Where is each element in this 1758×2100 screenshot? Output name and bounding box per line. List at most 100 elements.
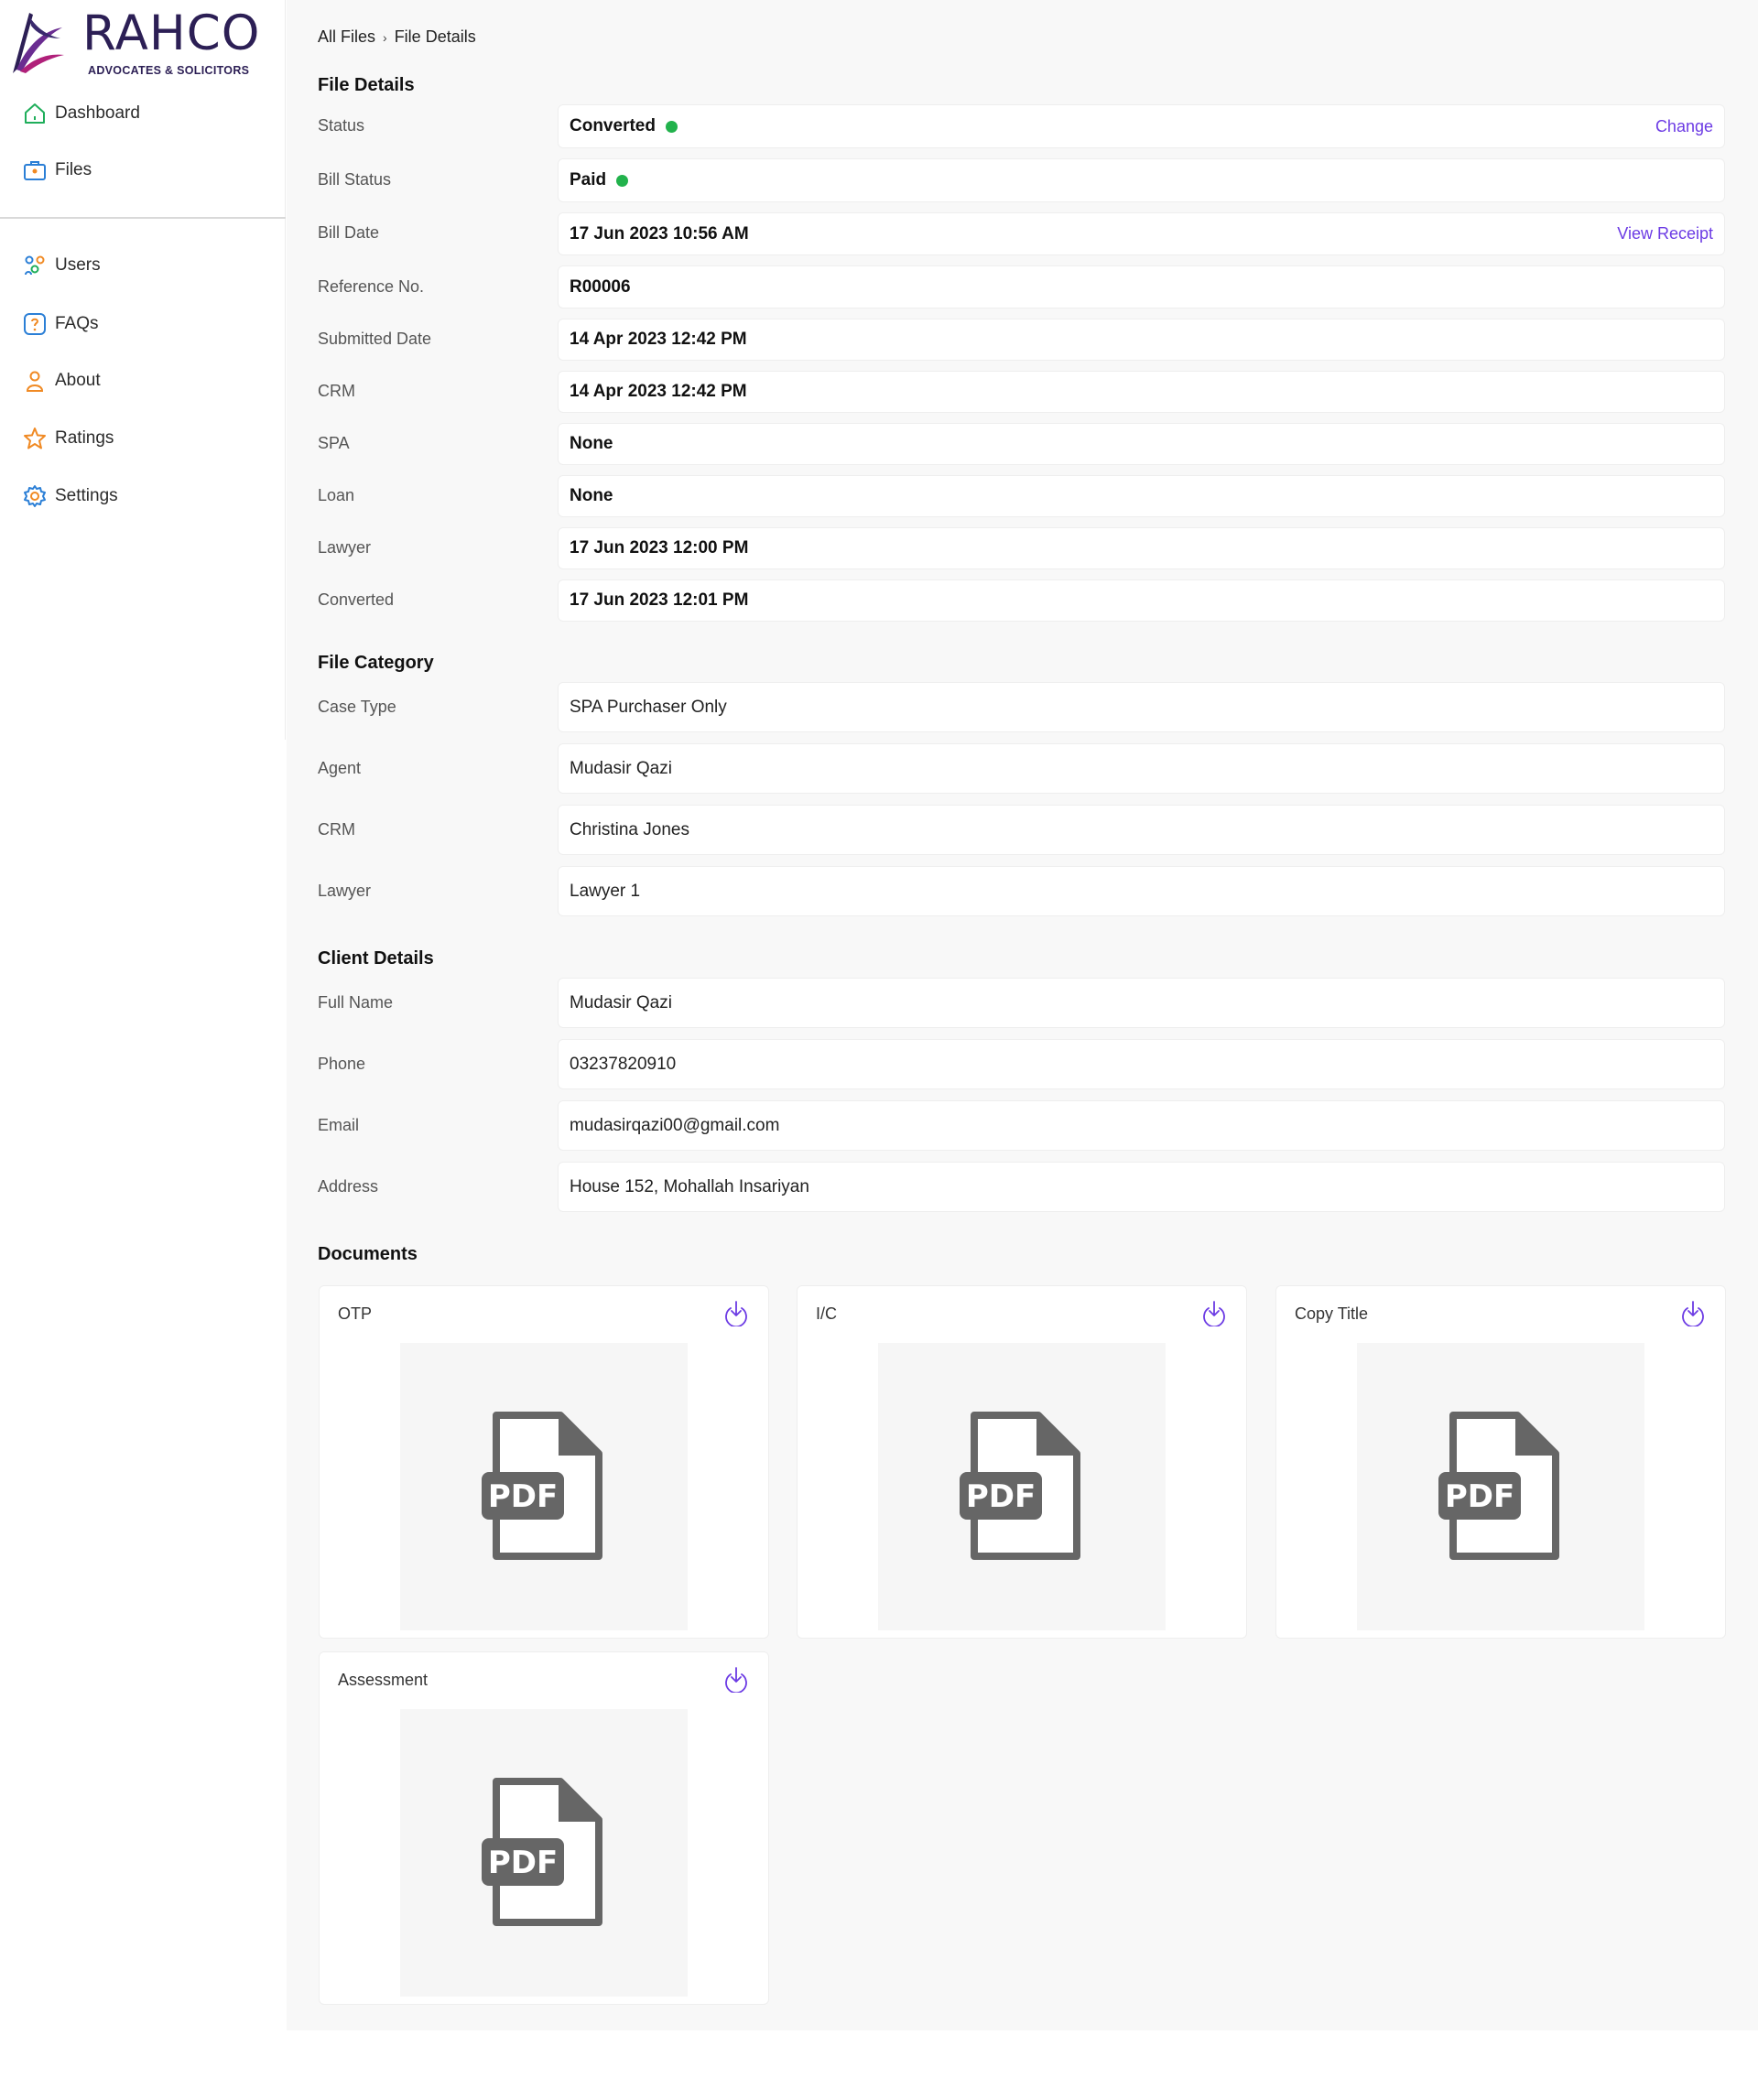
nav-label: FAQs <box>55 314 99 333</box>
person-icon <box>22 368 48 394</box>
reference-no-value: R00006 <box>570 276 631 297</box>
pdf-label: PDF <box>966 1478 1036 1515</box>
converted-date-label: Converted <box>318 590 395 609</box>
file-category-title: File Category <box>318 653 434 673</box>
nav-label: Dashboard <box>55 103 140 123</box>
spa-value: None <box>570 434 613 453</box>
nav-label: Users <box>55 255 101 275</box>
download-icon[interactable] <box>1200 1299 1228 1326</box>
file-details-title: File Details <box>318 75 415 95</box>
phone-value: 03237820910 <box>570 1054 677 1074</box>
address-field[interactable]: House 152, Mohallah Insariyan <box>558 1162 1725 1212</box>
document-preview[interactable]: PDF <box>400 1343 688 1630</box>
bill-date-value: 17 Jun 2023 10:56 AM <box>570 223 749 244</box>
spa-label: SPA <box>318 434 350 452</box>
document-card-assessment: Assessment PDF <box>319 1651 769 2005</box>
crm-date-field: 14 Apr 2023 12:42 PM <box>558 371 1725 413</box>
email-field[interactable]: mudasirqazi00@gmail.com <box>558 1100 1725 1151</box>
converted-date-field: 17 Jun 2023 12:01 PM <box>558 579 1725 622</box>
document-preview[interactable]: PDF <box>400 1709 688 1997</box>
agent-field[interactable]: Mudasir Qazi <box>558 743 1725 794</box>
document-name: I/C <box>816 1304 838 1323</box>
home-icon <box>22 101 48 126</box>
document-name: Copy Title <box>1295 1304 1369 1323</box>
document-card-copy-title: Copy Title PDF <box>1275 1285 1726 1639</box>
loan-label: Loan <box>318 486 355 504</box>
faq-icon <box>22 311 48 337</box>
view-receipt-link[interactable]: View Receipt <box>1617 224 1713 244</box>
nav-divider <box>0 217 286 219</box>
pdf-label: PDF <box>488 1478 558 1515</box>
breadcrumb: All Files › File Details <box>318 27 476 47</box>
brand-name: RAHCO <box>82 5 261 61</box>
nav-item-about[interactable]: About <box>22 364 101 397</box>
crm-label: CRM <box>318 820 355 839</box>
spa-field: None <box>558 423 1725 465</box>
pdf-label: PDF <box>1445 1478 1514 1515</box>
breadcrumb-current: File Details <box>394 27 476 46</box>
download-icon[interactable] <box>1679 1299 1707 1326</box>
brand-tagline: ADVOCATES & SOLICITORS <box>88 64 250 77</box>
nav-item-dashboard[interactable]: Dashboard <box>22 97 140 130</box>
change-status-link[interactable]: Change <box>1655 117 1713 136</box>
lawyer-date-value: 17 Jun 2023 12:00 PM <box>570 538 749 557</box>
pdf-file-icon: PDF <box>1438 1412 1559 1560</box>
crm-field[interactable]: Christina Jones <box>558 805 1725 855</box>
case-type-value: SPA Purchaser Only <box>570 697 727 717</box>
phone-label: Phone <box>318 1055 366 1073</box>
nav-label: Settings <box>55 486 118 505</box>
nav-item-ratings[interactable]: Ratings <box>22 422 114 455</box>
nav-item-faqs[interactable]: FAQs <box>22 308 99 341</box>
phone-field[interactable]: 03237820910 <box>558 1039 1725 1089</box>
bill-date-label: Bill Date <box>318 223 380 242</box>
address-label: Address <box>318 1177 379 1196</box>
submitted-date-field: 14 Apr 2023 12:42 PM <box>558 319 1725 361</box>
nav-item-files[interactable]: Files <box>22 154 92 187</box>
crm-date-value: 14 Apr 2023 12:42 PM <box>570 382 747 401</box>
submitted-date-label: Submitted Date <box>318 330 432 348</box>
rahco-logo-icon <box>13 13 64 73</box>
crm-date-label: CRM <box>318 382 355 400</box>
pdf-file-icon: PDF <box>482 1778 602 1926</box>
bill-status-field: Paid <box>558 158 1725 202</box>
document-preview[interactable]: PDF <box>878 1343 1166 1630</box>
breadcrumb-separator: › <box>383 29 387 45</box>
star-icon <box>22 426 48 451</box>
users-icon <box>22 253 48 278</box>
pdf-label: PDF <box>488 1845 558 1881</box>
briefcase-icon <box>22 157 48 183</box>
email-value: mudasirqazi00@gmail.com <box>570 1115 780 1135</box>
case-type-field[interactable]: SPA Purchaser Only <box>558 682 1725 732</box>
nav-label: About <box>55 371 101 390</box>
agent-value: Mudasir Qazi <box>570 758 672 778</box>
status-label: Status <box>318 116 365 135</box>
lawyer-label: Lawyer <box>318 882 372 900</box>
full-name-label: Full Name <box>318 993 394 1012</box>
bill-status-value: Paid <box>570 170 607 189</box>
status-value: Converted <box>570 116 656 135</box>
submitted-date-value: 14 Apr 2023 12:42 PM <box>570 330 747 349</box>
breadcrumb-all-files[interactable]: All Files <box>318 27 375 47</box>
full-name-field[interactable]: Mudasir Qazi <box>558 978 1725 1028</box>
nav-item-settings[interactable]: Settings <box>22 480 118 513</box>
lawyer-field[interactable]: Lawyer 1 <box>558 866 1725 916</box>
loan-field: None <box>558 475 1725 517</box>
download-icon[interactable] <box>722 1665 750 1693</box>
crm-value: Christina Jones <box>570 819 689 839</box>
document-preview[interactable]: PDF <box>1357 1343 1644 1630</box>
brand-logo[interactable]: RAHCO ADVOCATES & SOLICITORS <box>9 5 275 79</box>
document-name: OTP <box>338 1304 373 1323</box>
status-dot-icon <box>665 120 678 133</box>
address-value: House 152, Mohallah Insariyan <box>570 1176 809 1196</box>
email-label: Email <box>318 1116 360 1134</box>
nav-item-users[interactable]: Users <box>22 249 101 282</box>
sidebar: RAHCO ADVOCATES & SOLICITORS Dashboard F… <box>0 0 286 740</box>
full-name-value: Mudasir Qazi <box>570 992 672 1012</box>
document-card-otp: OTP PDF <box>319 1285 769 1639</box>
document-name: Assessment <box>338 1671 429 1689</box>
pdf-file-icon: PDF <box>960 1412 1080 1560</box>
download-icon[interactable] <box>722 1299 750 1326</box>
agent-label: Agent <box>318 759 362 777</box>
lawyer-date-field: 17 Jun 2023 12:00 PM <box>558 527 1725 569</box>
status-field: Converted Change <box>558 104 1725 148</box>
